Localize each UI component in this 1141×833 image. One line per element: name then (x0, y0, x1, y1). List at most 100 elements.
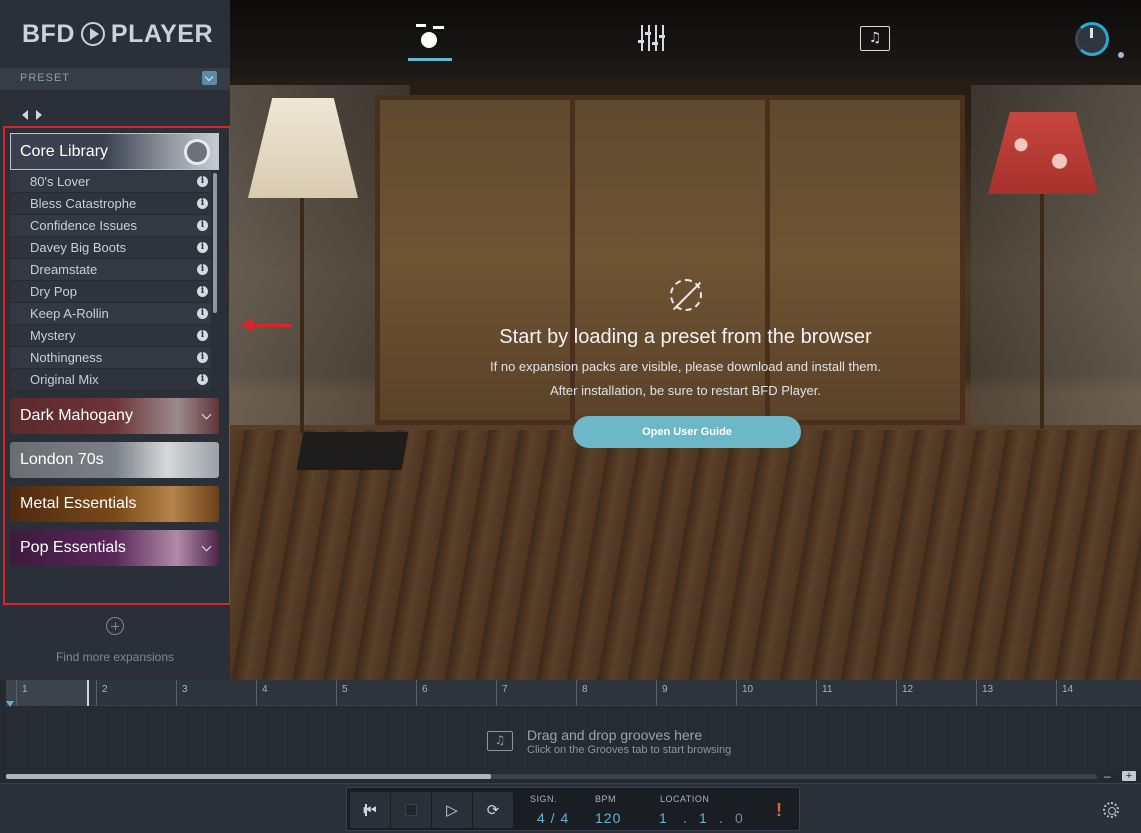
pack-london-70s[interactable]: London 70s (10, 442, 219, 478)
location-beat[interactable]: 1 (699, 810, 708, 826)
bpm-value[interactable]: 120 (595, 810, 621, 826)
master-volume-knob[interactable] (1075, 22, 1109, 56)
preset-nav-arrows (22, 110, 42, 120)
zoom-in-button[interactable]: + (1122, 771, 1136, 782)
bar-number: 7 (496, 680, 508, 706)
bar-number: 11 (816, 680, 832, 706)
preset-label: PRESET (20, 72, 71, 84)
location-separator: . (683, 810, 688, 826)
info-icon[interactable]: i (197, 242, 208, 253)
open-user-guide-button[interactable]: Open User Guide (573, 416, 801, 448)
preset-name: Dreamstate (30, 262, 98, 277)
info-icon[interactable]: i (197, 374, 208, 385)
tab-kit[interactable] (408, 20, 452, 62)
bar-number: 8 (576, 680, 588, 706)
mixer-icon-part (659, 35, 665, 38)
play-icon: ▷ (446, 801, 458, 819)
rewind-button[interactable]: ⏮ (350, 792, 390, 828)
info-icon[interactable]: i (197, 286, 208, 297)
info-icon[interactable]: i (197, 264, 208, 275)
info-icon[interactable]: i (197, 308, 208, 319)
bar-number: 1 (16, 680, 28, 706)
preset-list-scrollbar[interactable] (213, 173, 217, 313)
stagebox-icon (296, 432, 409, 470)
info-icon[interactable]: i (197, 198, 208, 209)
preset-name: Nothingness (30, 350, 103, 365)
preset-item[interactable]: Keep A-Rollin i (10, 303, 211, 325)
info-icon[interactable]: i (197, 176, 208, 187)
tab-mixer[interactable] (638, 25, 668, 51)
play-button[interactable]: ▷ (432, 792, 472, 828)
preset-name: 80's Lover (30, 174, 90, 189)
app-logo: BFD PLAYER (22, 19, 213, 49)
preset-name: Dry Pop (30, 284, 77, 299)
find-more-expansions-link[interactable]: Find more expansions (0, 650, 230, 664)
timeline-scrollbar-thumb[interactable] (6, 774, 491, 779)
pack-title: Dark Mahogany (20, 407, 133, 424)
info-icon[interactable]: i (197, 220, 208, 231)
pack-title: Pop Essentials (20, 539, 126, 556)
empty-state-line2: After installation, be sure to restart B… (550, 383, 821, 398)
logo-text-bfd: BFD (22, 19, 75, 48)
bar-number: 2 (96, 680, 108, 706)
preset-name: Bless Catastrophe (30, 196, 137, 211)
bpm-label: BPM (595, 794, 617, 804)
empty-state-title: Start by loading a preset from the brows… (499, 326, 872, 348)
status-dot-icon (1118, 52, 1124, 58)
pack-core-library[interactable]: Core Library (10, 133, 219, 170)
preset-item[interactable]: Bless Catastrophe i (10, 193, 211, 215)
arrow-shaft (252, 324, 292, 327)
empty-state-line1: If no expansion packs are visible, pleas… (490, 359, 881, 374)
settings-gear-icon[interactable] (1103, 802, 1119, 818)
kit-stage: ♫ Start by loading a preset from the bro… (230, 0, 1141, 680)
active-tab-indicator (408, 58, 452, 61)
room-ceiling (230, 0, 1141, 80)
location-tick[interactable]: 0 (735, 810, 744, 826)
pack-pop-essentials[interactable]: Pop Essentials (10, 530, 219, 566)
annotation-arrow-icon (240, 318, 292, 334)
preset-item[interactable]: Dreamstate i (10, 259, 211, 281)
preset-item[interactable]: 80's Lover i (10, 171, 211, 193)
previous-preset-arrow-icon[interactable] (22, 110, 28, 120)
bar-number: 13 (976, 680, 993, 706)
pack-metal-essentials[interactable]: Metal Essentials (10, 486, 219, 522)
chevron-down-icon (201, 409, 212, 420)
pack-title: Core Library (20, 143, 109, 160)
warning-icon[interactable]: ! (776, 800, 782, 821)
preset-item[interactable]: Nothingness i (10, 347, 211, 369)
preset-item[interactable]: Dry Pop i (10, 281, 211, 303)
zoom-out-button[interactable]: – (1104, 770, 1114, 782)
preset-item[interactable]: Original Mix i (10, 369, 211, 391)
next-preset-arrow-icon[interactable] (36, 110, 42, 120)
location-bar[interactable]: 1 (659, 810, 668, 826)
signature-value[interactable]: 4 / 4 (537, 810, 569, 826)
preset-bar: PRESET (0, 68, 230, 90)
preset-item[interactable]: Davey Big Boots i (10, 237, 211, 259)
loop-icon: ⟳ (486, 801, 500, 819)
tab-grooves[interactable]: ♫ (860, 26, 890, 51)
info-icon[interactable]: i (197, 352, 208, 363)
bar-number: 10 (736, 680, 753, 706)
add-circle-icon[interactable] (106, 617, 124, 635)
stop-button[interactable] (391, 792, 431, 828)
preset-browser: Core Library 80's Lover i Bless Catastrop… (3, 126, 231, 605)
bar-number: 12 (896, 680, 913, 706)
music-note-icon: ♫ (494, 733, 506, 747)
arrow-head (240, 318, 254, 332)
bar-ruler[interactable]: 1 2 3 4 5 6 7 8 9 10 11 12 13 14 (6, 680, 1141, 706)
preset-collapse-toggle[interactable] (202, 71, 217, 85)
preset-item[interactable]: Mystery i (10, 325, 211, 347)
mixer-icon-part (655, 25, 657, 51)
info-icon[interactable]: i (197, 330, 208, 341)
drop-grooves-hint: Click on the Grooves tab to start browsi… (527, 744, 732, 756)
drop-grooves-title: Drag and drop grooves here (527, 727, 703, 743)
pack-dark-mahogany[interactable]: Dark Mahogany (10, 398, 219, 434)
loop-button[interactable]: ⟳ (473, 792, 513, 828)
mixer-icon-part (638, 40, 644, 43)
room-screen-panel (375, 95, 575, 425)
mixer-icon (641, 25, 643, 51)
music-note-icon: ♫ (868, 30, 882, 46)
preset-name: Keep A-Rollin (30, 306, 109, 321)
preset-item[interactable]: Confidence Issues i (10, 215, 211, 237)
room-screen-panel (570, 95, 770, 425)
